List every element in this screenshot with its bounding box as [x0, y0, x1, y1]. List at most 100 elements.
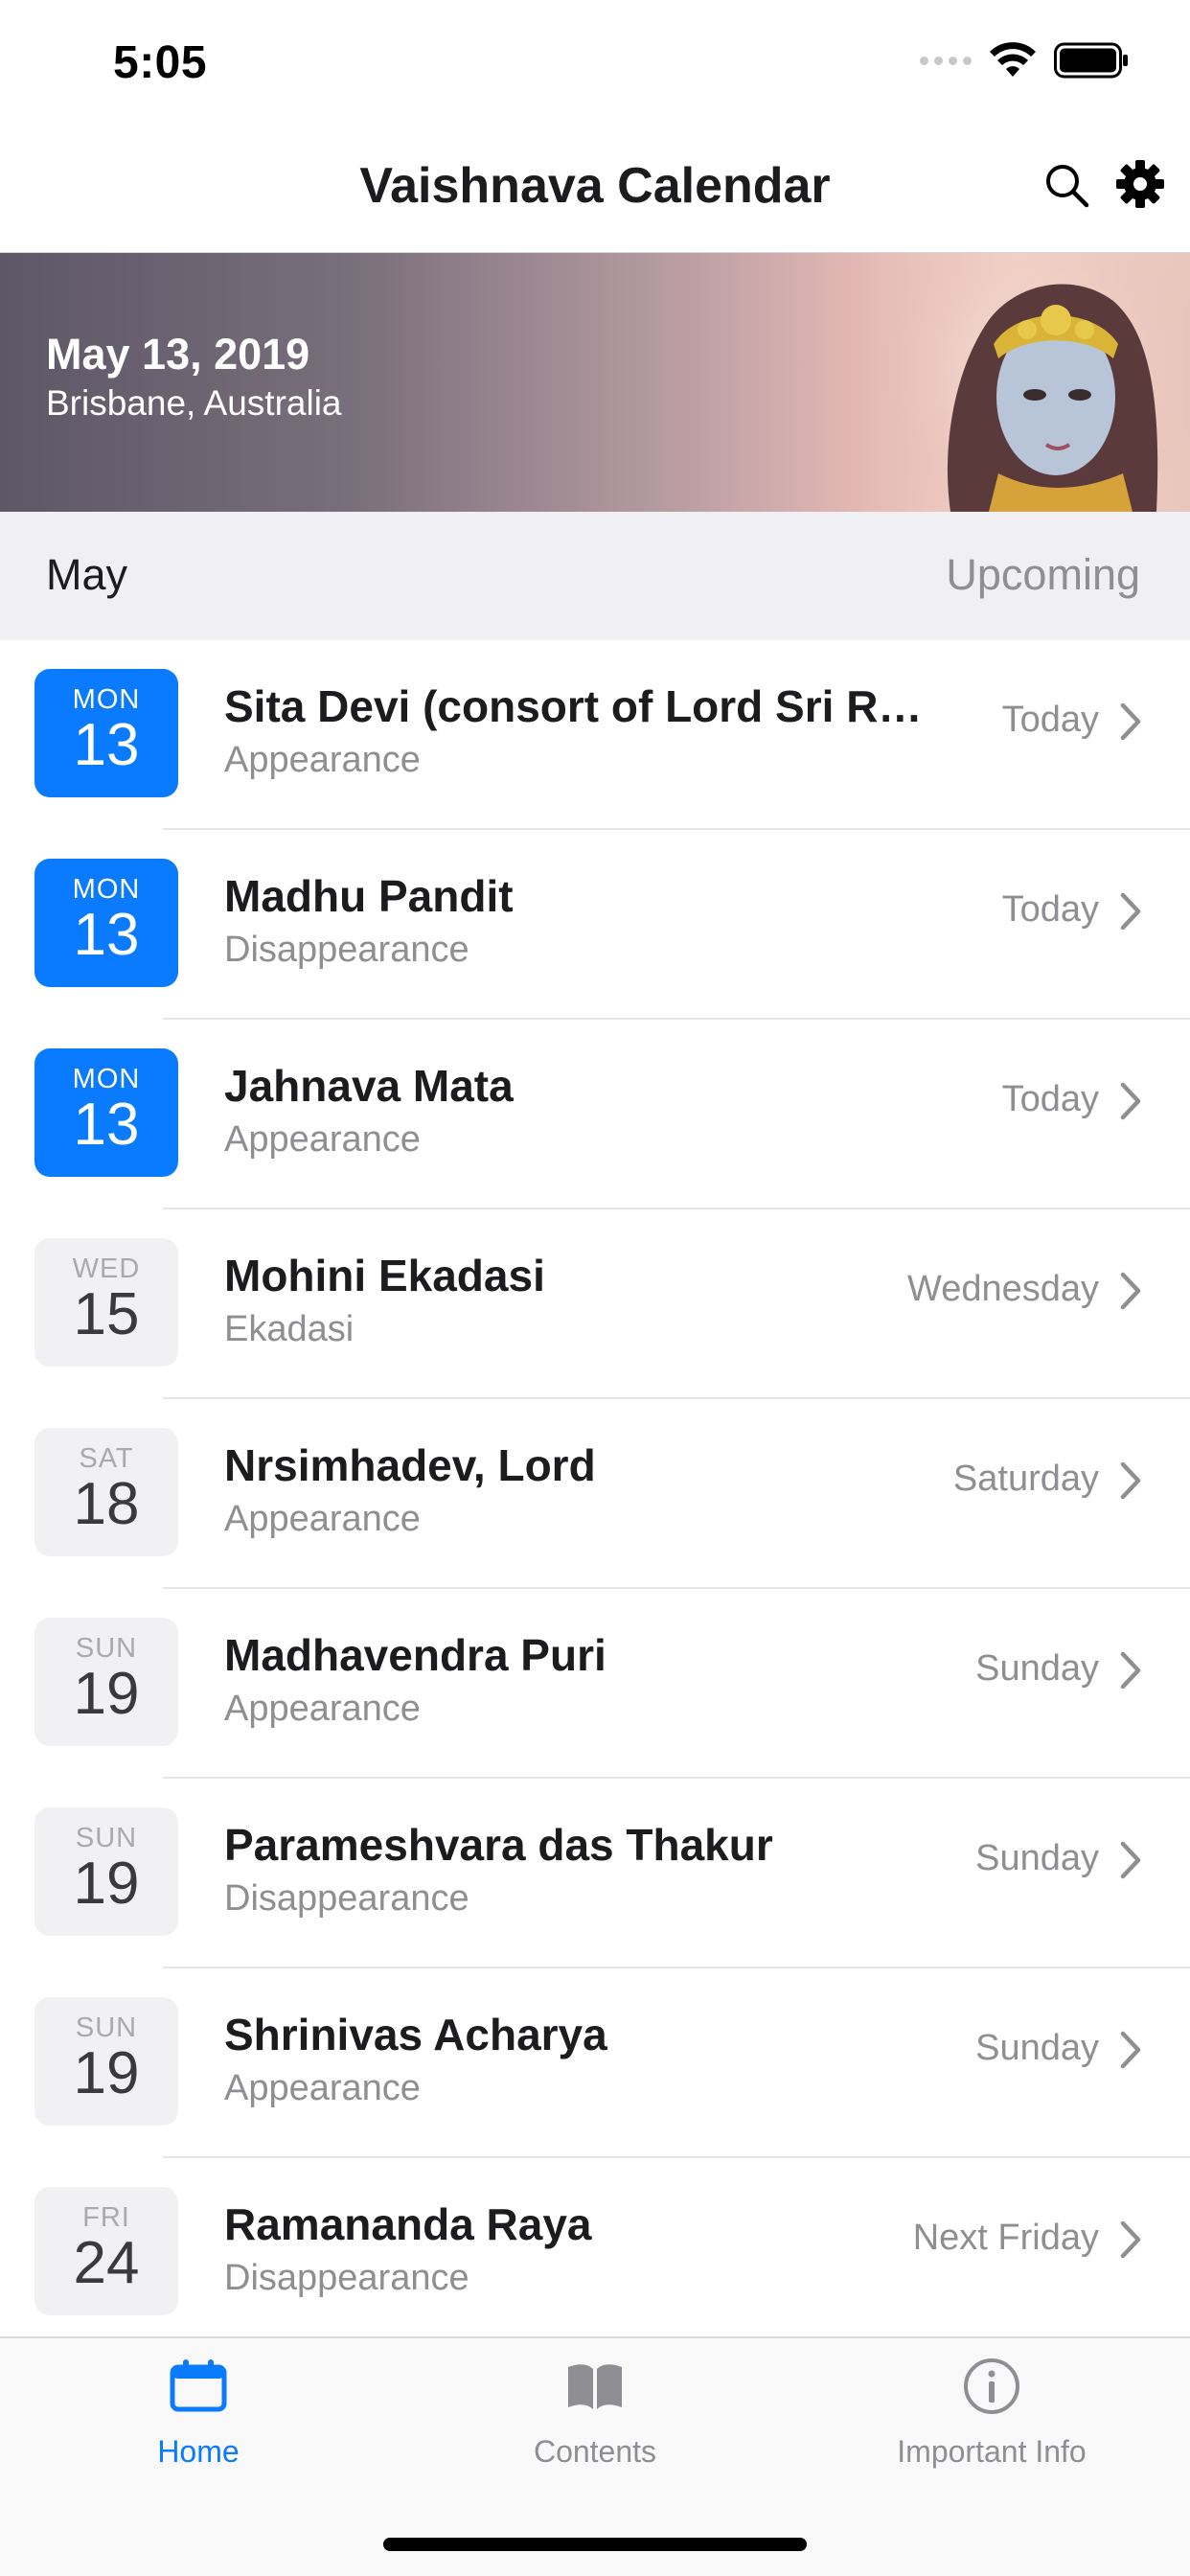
event-title: Ramananda Raya: [224, 2199, 592, 2249]
event-title: Madhu Pandit: [224, 871, 514, 921]
event-type: Ekadasi: [224, 1309, 355, 1349]
badge-day: 13: [73, 712, 140, 778]
date-badge: SAT 18: [34, 1428, 178, 1556]
list-item[interactable]: MON 13 Madhu Pandit Disappearance Today: [0, 830, 1190, 1020]
badge-weekday: MON: [72, 1064, 141, 1094]
badge-day: 13: [73, 1092, 140, 1158]
badge-day: 19: [73, 1661, 140, 1727]
badge-day: 13: [73, 902, 140, 968]
event-type: Disappearance: [224, 930, 469, 970]
chevron-right-icon: [1120, 892, 1141, 931]
book-icon: [568, 2364, 622, 2409]
chevron-right-icon: [1120, 1272, 1141, 1310]
list-item[interactable]: WED 15 Mohini Ekadasi Ekadasi Wednesday: [0, 1209, 1190, 1399]
badge-weekday: MON: [72, 684, 141, 715]
date-badge: MON 13: [34, 859, 178, 987]
event-title: Mohini Ekadasi: [224, 1251, 545, 1300]
badge-weekday: SUN: [75, 1633, 138, 1664]
list-item[interactable]: SUN 19 Madhavendra Puri Appearance Sunda…: [0, 1589, 1190, 1779]
tab-important-info[interactable]: Important Info: [793, 2356, 1190, 2490]
status-icons: [920, 42, 1129, 79]
cellular-signal-icon: [920, 56, 972, 65]
event-when: Sunday: [975, 2028, 1099, 2068]
info-icon: [964, 2358, 1019, 2414]
date-badge: MON 13: [34, 1048, 178, 1177]
tab-contents[interactable]: Contents: [397, 2356, 793, 2490]
badge-weekday: MON: [72, 874, 141, 905]
page-title: Vaishnava Calendar: [359, 158, 831, 214]
date-badge: SUN 19: [34, 1997, 178, 2126]
section-upcoming-label: Upcoming: [946, 550, 1140, 599]
event-when: Today: [1001, 700, 1099, 740]
navigation-bar: Vaishnava Calendar: [0, 126, 1190, 253]
event-type: Appearance: [224, 1689, 421, 1729]
list-item[interactable]: SUN 19 Parameshvara das Thakur Disappear…: [0, 1779, 1190, 1968]
date-badge: FRI 24: [34, 2187, 178, 2315]
chevron-right-icon: [1120, 1841, 1141, 1879]
badge-day: 19: [73, 1851, 140, 1917]
banner-date: May 13, 2019: [46, 330, 310, 379]
date-badge: SUN 19: [34, 1618, 178, 1746]
event-title: Jahnava Mata: [224, 1061, 514, 1111]
event-when: Next Friday: [912, 2218, 1099, 2258]
list-item[interactable]: MON 13 Sita Devi (consort of Lord Sri Ra…: [0, 640, 1190, 830]
event-title: Sita Devi (consort of Lord Sri Rama): [224, 681, 933, 731]
home-indicator[interactable]: [383, 2538, 807, 2551]
chevron-right-icon: [1120, 2031, 1141, 2069]
list-item[interactable]: SAT 18 Nrsimhadev, Lord Appearance Satur…: [0, 1399, 1190, 1589]
date-badge: WED 15: [34, 1238, 178, 1367]
battery-icon: [1054, 42, 1128, 79]
event-when: Today: [1001, 889, 1099, 930]
chevron-right-icon: [1120, 1651, 1141, 1690]
event-type: Disappearance: [224, 2258, 469, 2298]
event-title: Parameshvara das Thakur: [224, 1820, 773, 1870]
section-header: May Upcoming: [0, 512, 1190, 640]
event-title: Nrsimhadev, Lord: [224, 1440, 596, 1490]
event-type: Appearance: [224, 740, 421, 780]
date-badge: MON 13: [34, 669, 178, 797]
event-list: MON 13 Sita Devi (consort of Lord Sri Ra…: [0, 640, 1190, 2348]
section-month-label: May: [46, 550, 128, 599]
calendar-icon: [170, 2359, 227, 2412]
event-when: Sunday: [975, 1648, 1099, 1689]
event-type: Appearance: [224, 1499, 421, 1539]
badge-weekday: FRI: [82, 2202, 130, 2233]
status-time: 5:05: [113, 37, 208, 88]
date-badge: SUN 19: [34, 1807, 178, 1936]
list-item[interactable]: MON 13 Jahnava Mata Appearance Today: [0, 1020, 1190, 1209]
tab-important-info-label: Important Info: [897, 2434, 1087, 2469]
app-screen: 5:05 Vaishnava Calendar May 13, 2019 Bri…: [0, 0, 1190, 2576]
gear-icon[interactable]: [1115, 159, 1165, 209]
list-item[interactable]: SUN 19 Shrinivas Acharya Appearance Sund…: [0, 1968, 1190, 2158]
tab-contents-label: Contents: [533, 2434, 657, 2469]
list-item[interactable]: FRI 24 Ramananda Raya Disappearance Next…: [0, 2158, 1190, 2348]
badge-day: 15: [73, 1281, 140, 1347]
badge-day: 19: [73, 2040, 140, 2106]
badge-weekday: SAT: [79, 1443, 134, 1474]
badge-day: 18: [73, 1471, 140, 1537]
tab-home-label: Home: [157, 2434, 240, 2469]
event-when: Saturday: [952, 1459, 1099, 1499]
chevron-right-icon: [1120, 1082, 1141, 1120]
date-location-banner: May 13, 2019 Brisbane, Australia: [0, 253, 1190, 512]
banner-location: Brisbane, Australia: [46, 383, 342, 423]
chevron-right-icon: [1120, 702, 1141, 741]
badge-weekday: SUN: [75, 1823, 138, 1853]
status-bar: 5:05: [0, 0, 1190, 126]
badge-weekday: SUN: [75, 2012, 138, 2043]
wifi-icon: [990, 42, 1036, 77]
event-when: Sunday: [975, 1838, 1099, 1878]
event-title: Madhavendra Puri: [224, 1630, 606, 1680]
event-type: Appearance: [224, 1119, 421, 1160]
event-when: Wednesday: [907, 1269, 1099, 1309]
event-when: Today: [1001, 1079, 1099, 1119]
badge-weekday: WED: [72, 1254, 141, 1284]
tab-home[interactable]: Home: [0, 2356, 397, 2490]
deity-portrait-image: [883, 253, 1190, 512]
event-type: Appearance: [224, 2068, 421, 2108]
badge-day: 24: [73, 2230, 140, 2296]
chevron-right-icon: [1120, 2220, 1141, 2259]
event-type: Disappearance: [224, 1878, 469, 1919]
event-title: Shrinivas Acharya: [224, 2010, 607, 2059]
search-icon[interactable]: [1042, 161, 1092, 211]
